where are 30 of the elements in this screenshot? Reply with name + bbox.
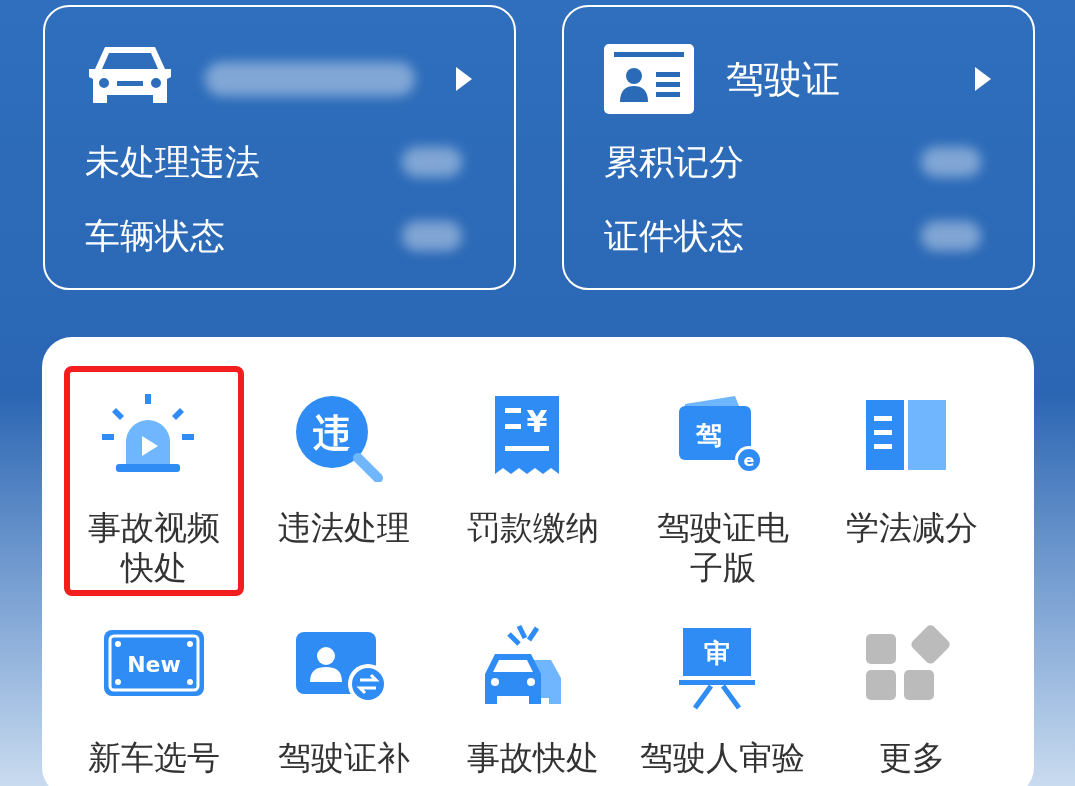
info-label: 未处理违法 — [85, 140, 260, 184]
service-label: 事故视频快处 — [87, 508, 221, 588]
service-item[interactable]: New 新车选号 — [64, 596, 244, 786]
card-title: 驾驶证 — [726, 55, 840, 103]
service-item[interactable]: 事故快处 — [443, 596, 624, 786]
license-card[interactable]: 驾驶证 累积记分 证件状态 — [562, 5, 1035, 290]
vehicle-card[interactable]: 未处理违法 车辆状态 — [43, 5, 516, 290]
chevron-right-icon — [973, 65, 993, 93]
service-label: 新车选号 — [87, 738, 221, 778]
service-item[interactable]: 驾 e 驾驶证电子版 — [632, 366, 813, 596]
service-label: 驾驶证电子版 — [655, 508, 790, 588]
service-label: 更多 — [878, 738, 947, 778]
service-item[interactable]: 学法减分 — [822, 366, 1003, 596]
service-item[interactable]: ¥ 罚款缴纳 — [443, 366, 624, 596]
service-label: 驾驶人审验 — [639, 738, 807, 778]
service-label: 驾驶证补 — [276, 738, 411, 778]
service-item[interactable]: 驾驶证补 — [253, 596, 434, 786]
service-item[interactable]: 更多 — [822, 596, 1003, 786]
info-label: 累积记分 — [604, 140, 744, 184]
service-label: 违法处理 — [276, 508, 411, 548]
id-card-icon — [604, 44, 694, 114]
service-item[interactable]: 违 违法处理 — [253, 366, 434, 596]
info-label: 车辆状态 — [85, 214, 225, 258]
service-label: 学法减分 — [845, 508, 980, 548]
chevron-right-icon — [454, 65, 474, 93]
info-label: 证件状态 — [604, 214, 744, 258]
service-item[interactable]: 审 驾驶人审验 — [632, 596, 813, 786]
service-label: 事故快处 — [466, 738, 601, 778]
service-label: 罚款缴纳 — [466, 508, 601, 548]
service-item[interactable]: 事故视频快处 — [64, 366, 244, 596]
